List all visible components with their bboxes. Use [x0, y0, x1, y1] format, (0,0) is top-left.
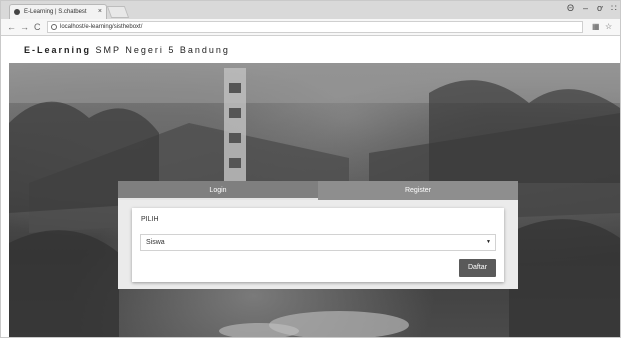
auth-content: PILIH Siswa ▼ Daftar — [118, 200, 518, 289]
bookmark-star-icon[interactable]: ☆ — [605, 22, 612, 31]
daftar-button[interactable]: Daftar — [459, 259, 496, 277]
minimize-button[interactable]: – — [583, 3, 588, 13]
extensions-icon[interactable]: ▦ — [592, 22, 600, 31]
site-header: E-Learning SMP Negeri 5 Bandung — [1, 36, 620, 63]
profile-icon[interactable]: Θ — [567, 3, 574, 13]
back-button[interactable]: ← — [7, 21, 16, 33]
brand-school: SMP Negeri 5 Bandung — [95, 45, 230, 55]
role-select-value: Siswa — [146, 239, 165, 246]
address-bar[interactable]: localhost/e-learning/sistheboxt/ — [47, 21, 583, 33]
browser-window: E-Learning | S.chatbest × Θ – ơ ∷ ← → C … — [0, 0, 621, 338]
tab-login[interactable]: Login — [118, 181, 318, 200]
brand-name: E-Learning — [24, 45, 92, 55]
site-info-icon[interactable] — [51, 24, 57, 30]
address-toolbar: ← → C localhost/e-learning/sistheboxt/ ▦… — [1, 19, 620, 36]
auth-tabs: Login Register — [118, 181, 518, 200]
tab-strip: E-Learning | S.chatbest × Θ – ơ ∷ — [1, 1, 620, 19]
favicon-icon — [14, 9, 20, 15]
reload-button[interactable]: C — [34, 21, 41, 33]
browser-tab[interactable]: E-Learning | S.chatbest × — [9, 4, 107, 19]
close-window-button[interactable]: ∷ — [611, 3, 617, 14]
role-label: PILIH — [141, 216, 159, 223]
url-text: localhost/e-learning/sistheboxt/ — [60, 24, 143, 30]
site-brand[interactable]: E-Learning SMP Negeri 5 Bandung — [24, 45, 230, 55]
tab-title: E-Learning | S.chatbest — [24, 9, 87, 15]
role-form-card: PILIH Siswa ▼ Daftar — [132, 208, 504, 282]
role-select[interactable]: Siswa ▼ — [140, 234, 496, 251]
forward-button[interactable]: → — [20, 21, 29, 33]
maximize-button[interactable]: ơ — [597, 3, 603, 13]
chevron-down-icon: ▼ — [486, 239, 491, 245]
close-tab-icon[interactable]: × — [98, 5, 102, 19]
tab-register[interactable]: Register — [318, 181, 518, 200]
auth-panel: Login Register PILIH Siswa ▼ Daftar — [118, 181, 518, 289]
new-tab-button[interactable] — [106, 6, 130, 18]
